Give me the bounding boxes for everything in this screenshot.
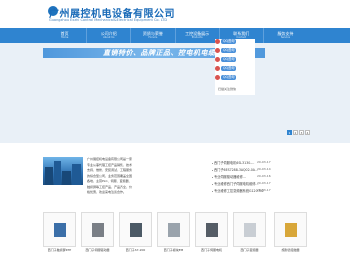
- qq-button[interactable]: QQ咨询: [221, 75, 237, 80]
- product-card[interactable]: 西门子模块EM: [157, 212, 190, 254]
- qq-contact-item[interactable]: QQ咨询: [215, 48, 237, 53]
- news-title[interactable]: 西门子6ES7288-3AQ02-0A...: [214, 168, 258, 172]
- nav-label-en: Products: [191, 36, 203, 39]
- news-title[interactable]: 西门子伺服电机6SL3130-...: [214, 161, 254, 165]
- product-card[interactable]: 施耐德接触器: [274, 212, 307, 254]
- product-caption[interactable]: 施耐德接触器: [274, 247, 307, 253]
- nav-item-about[interactable]: 公司介绍 About Us: [87, 28, 132, 43]
- product-caption[interactable]: 西门子触摸屏KTP: [43, 247, 76, 253]
- wechat-qr-label: 扫描关注微信: [218, 87, 237, 91]
- qq-button[interactable]: QQ咨询: [221, 66, 237, 71]
- product-image[interactable]: [157, 212, 190, 247]
- nav-item-products[interactable]: 工控设备展示 Products: [176, 28, 220, 43]
- nav-item-service[interactable]: 服务支持 Service: [264, 28, 307, 43]
- product-image[interactable]: [274, 212, 307, 247]
- nav-label-en: Honors: [148, 36, 158, 39]
- product-image[interactable]: [195, 212, 228, 247]
- nav-label-en: Home: [60, 36, 69, 39]
- qq-icon: [215, 48, 220, 53]
- qq-icon: [215, 75, 220, 80]
- qq-icon: [215, 39, 220, 44]
- qq-button[interactable]: QQ咨询: [221, 39, 237, 44]
- pager-dot[interactable]: 2: [293, 130, 298, 135]
- product-caption[interactable]: 西门子S7-200: [119, 247, 152, 253]
- hero-banner: [0, 43, 350, 143]
- product-caption[interactable]: 西门子伺服电机: [195, 247, 228, 253]
- news-item[interactable]: 西门子6ES7288-3AQ02-0A... 20-03-14: [212, 167, 272, 173]
- pager-dot[interactable]: 1: [287, 130, 292, 135]
- product-card[interactable]: 西门子伺服电机: [195, 212, 228, 254]
- qq-contact-item[interactable]: QQ咨询: [215, 57, 237, 62]
- product-image[interactable]: [43, 212, 76, 247]
- news-title[interactable]: 专业伺服驱动器维修...: [214, 175, 246, 179]
- about-company-text: 广州展控机电设备有限公司是一家专业从事代理工控产品销售、技术支持、维修、安装调试…: [43, 157, 133, 196]
- nav-item-home[interactable]: 首页 Home: [43, 28, 88, 43]
- product-image[interactable]: [233, 212, 266, 247]
- news-date: 20-03-17: [257, 188, 271, 192]
- product-caption[interactable]: 西门子伺服驱动器: [81, 247, 114, 253]
- news-date: 20-03-17: [257, 181, 271, 185]
- pager-dot[interactable]: 4: [305, 130, 310, 135]
- qq-service-panel: QQ咨询 QQ咨询 QQ咨询 QQ咨询 QQ咨询 扫描关注微信: [215, 39, 255, 95]
- banner-slogan: 直销特价、品牌正品、控电机电缆: [103, 49, 216, 57]
- product-card[interactable]: 西门子变频器: [233, 212, 266, 254]
- qq-contact-item[interactable]: QQ咨询: [215, 75, 237, 80]
- product-caption[interactable]: 西门子模块EM: [157, 247, 190, 253]
- news-item[interactable]: 专业维修西门子伺服电机维修... 20-03-17: [212, 181, 272, 187]
- news-date: 20-03-17: [257, 160, 271, 164]
- pager-dot[interactable]: 3: [299, 130, 304, 135]
- nav-label-en: About Us: [103, 36, 115, 39]
- news-item[interactable]: 专业维修工控变频器系统G120-RI2 20-03-17: [212, 188, 272, 194]
- site-subtitle: Guangzhou Exzhi Control Mechanical&Elect…: [49, 18, 168, 22]
- qq-button[interactable]: QQ咨询: [221, 57, 237, 62]
- product-image[interactable]: [119, 212, 152, 247]
- nav-label-en: Service: [280, 36, 291, 39]
- news-date: 20-03-16: [257, 174, 271, 178]
- about-paragraph: 广州展控机电设备有限公司是一家专业从事代理工控产品销售、技术支持、维修、安装调试…: [87, 157, 133, 194]
- product-image[interactable]: [81, 212, 114, 247]
- banner-pager: 1 2 3 4: [287, 130, 311, 135]
- qq-button[interactable]: QQ咨询: [221, 48, 237, 53]
- product-caption[interactable]: 西门子变频器: [233, 247, 266, 253]
- product-gallery: 西门子触摸屏KTP 西门子伺服驱动器 西门子S7-200 西门子模块EM 西门子…: [43, 212, 307, 254]
- site-header: 广州展控机电设备有限公司 Guangzhou Exzhi Control Mec…: [0, 0, 350, 28]
- qq-icon: [215, 66, 220, 71]
- news-date: 20-03-14: [257, 167, 271, 171]
- main-nav: 首页 Home 公司介绍 About Us 资质与荣誉 Honors 工控设备展…: [0, 28, 350, 43]
- qq-icon: [215, 57, 220, 62]
- news-title[interactable]: 专业维修西门子伺服电机维修...: [214, 182, 258, 186]
- product-card[interactable]: 西门子伺服驱动器: [81, 212, 114, 254]
- qq-contact-item[interactable]: QQ咨询: [215, 66, 237, 71]
- nav-item-honors[interactable]: 资质与荣誉 Honors: [131, 28, 176, 43]
- news-item[interactable]: 西门子伺服电机6SL3130-... 20-03-17: [212, 160, 272, 166]
- news-item[interactable]: 专业伺服驱动器维修... 20-03-16: [212, 174, 272, 180]
- qq-contact-item[interactable]: QQ咨询: [215, 39, 237, 44]
- product-card[interactable]: 西门子S7-200: [119, 212, 152, 254]
- product-card[interactable]: 西门子触摸屏KTP: [43, 212, 76, 254]
